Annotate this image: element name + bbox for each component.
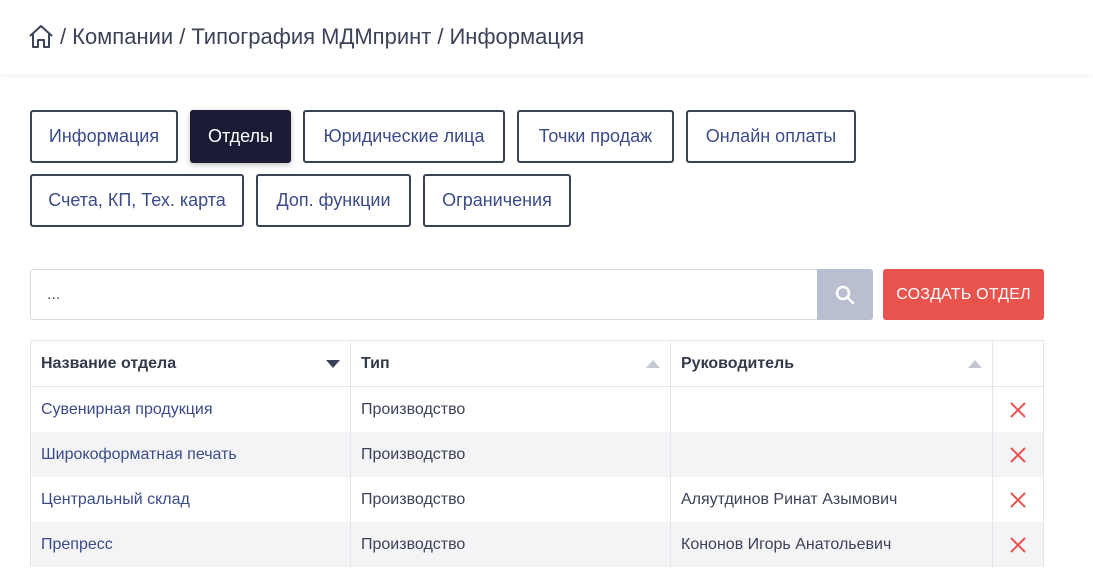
department-type: Производство [361, 490, 466, 508]
tab-sales-points[interactable]: Точки продаж [517, 110, 674, 163]
search-button[interactable] [817, 269, 873, 320]
column-header-head[interactable]: Руководитель [671, 341, 993, 386]
departments-table: Название отдела Тип Руководитель Сувенир… [30, 340, 1044, 567]
department-head: Аляутдинов Ринат Азымович [681, 490, 898, 508]
search-input[interactable] [30, 269, 817, 320]
tabs-row: Информация Отделы Юридические лица Точки… [30, 110, 856, 163]
sort-desc-icon[interactable] [326, 359, 340, 368]
search-icon [835, 285, 855, 305]
breadcrumb-companies[interactable]: Компании [72, 24, 173, 50]
table-header: Название отдела Тип Руководитель [31, 341, 1043, 387]
department-type: Производство [361, 535, 466, 553]
tab-info[interactable]: Информация [30, 110, 178, 163]
department-type: Производство [361, 445, 466, 463]
close-icon[interactable] [1010, 491, 1026, 508]
column-header-type[interactable]: Тип [351, 341, 671, 386]
breadcrumb-separator: / [60, 24, 67, 49]
tab-extra-functions[interactable]: Доп. функции [256, 174, 411, 227]
table-row: Центральный склад Производство Аляутдино… [31, 477, 1043, 522]
breadcrumb: / Компании / Типография МДМпринт / Инфор… [60, 24, 584, 50]
tab-legal-entities[interactable]: Юридические лица [303, 110, 505, 163]
sort-asc-icon[interactable] [646, 359, 660, 368]
department-name-link[interactable]: Препресс [41, 536, 113, 554]
top-bar: / Компании / Типография МДМпринт / Инфор… [0, 0, 1093, 74]
tab-restrictions[interactable]: Ограничения [423, 174, 571, 227]
breadcrumb-company[interactable]: Типография МДМпринт [191, 24, 431, 50]
department-type: Производство [361, 400, 466, 418]
tab-online-payments[interactable]: Онлайн оплаты [686, 110, 856, 163]
department-head: Кононов Игорь Анатольевич [681, 535, 892, 553]
home-icon[interactable] [28, 24, 54, 50]
department-name-link[interactable]: Сувенирная продукция [41, 401, 213, 419]
tabs-row: Счета, КП, Тех. карта Доп. функции Огран… [30, 174, 571, 227]
table-row: Широкоформатная печать Производство [31, 432, 1043, 477]
column-header-actions [993, 341, 1043, 386]
close-icon[interactable] [1010, 446, 1026, 463]
search-bar [30, 269, 873, 320]
create-department-button[interactable]: СОЗДАТЬ ОТДЕЛ [883, 269, 1044, 320]
breadcrumb-separator: / [437, 24, 444, 49]
column-header-label: Тип [361, 354, 390, 372]
sort-asc-icon[interactable] [968, 359, 982, 368]
breadcrumb-current: Информация [449, 24, 585, 49]
department-name-link[interactable]: Центральный склад [41, 491, 190, 509]
close-icon[interactable] [1010, 401, 1026, 418]
table-row: Препресс Производство Кононов Игорь Анат… [31, 522, 1043, 567]
column-header-name[interactable]: Название отдела [31, 341, 351, 386]
breadcrumb-separator: / [179, 24, 186, 49]
department-name-link[interactable]: Широкоформатная печать [41, 446, 237, 464]
close-icon[interactable] [1010, 536, 1026, 553]
column-header-label: Название отдела [41, 354, 177, 372]
tab-invoices[interactable]: Счета, КП, Тех. карта [30, 174, 244, 227]
tab-departments[interactable]: Отделы [190, 110, 291, 163]
main-content: Информация Отделы Юридические лица Точки… [0, 74, 1093, 574]
column-header-label: Руководитель [681, 354, 795, 372]
table-row: Сувенирная продукция Производство [31, 387, 1043, 432]
